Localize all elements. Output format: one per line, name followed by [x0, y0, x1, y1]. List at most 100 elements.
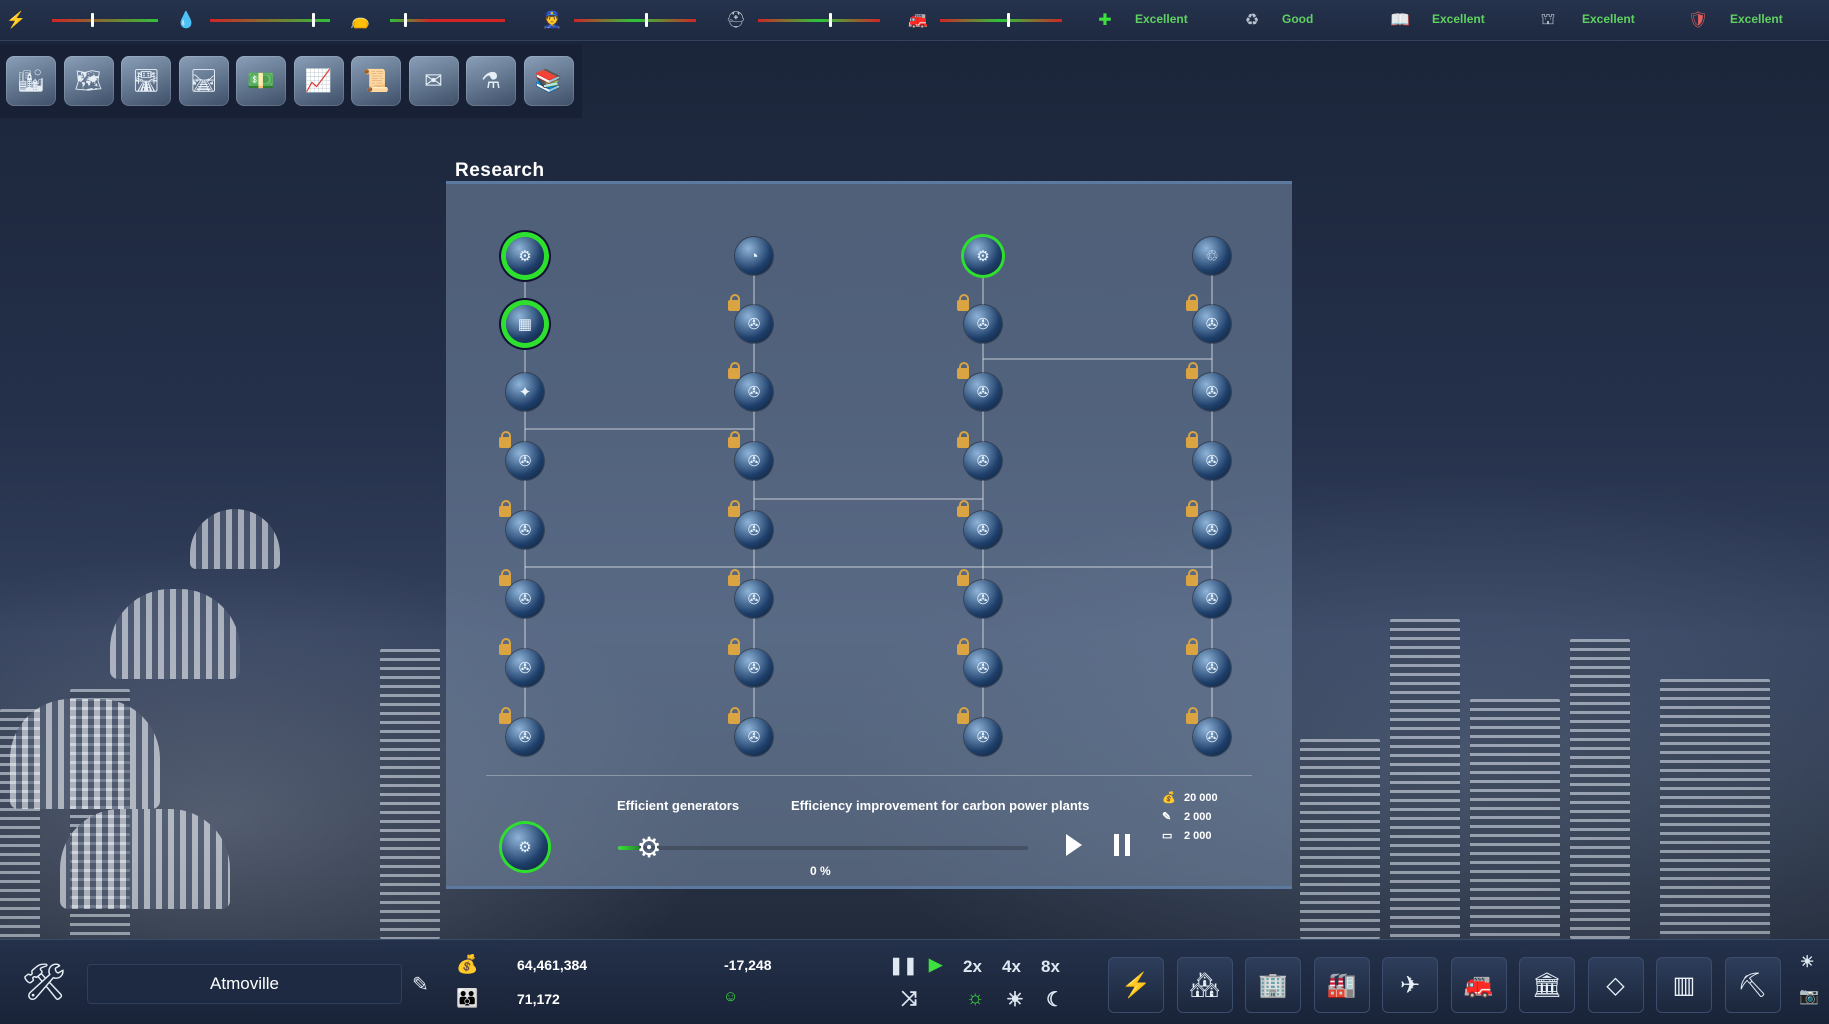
research-node[interactable]: ✇: [964, 718, 1002, 756]
research-node[interactable]: ◔: [735, 237, 773, 275]
research-node[interactable]: ✇: [735, 511, 773, 549]
research-node[interactable]: ♲: [1193, 237, 1231, 275]
map-category-button[interactable]: 🗺: [63, 56, 114, 106]
balance-value: -17,248: [724, 957, 772, 973]
night-moon-icon[interactable]: ☾: [1046, 987, 1064, 1012]
commercial-build-button[interactable]: 🏢: [1245, 957, 1301, 1013]
transport-build-button[interactable]: ✈: [1382, 957, 1438, 1013]
locked-tech-icon: ✇: [976, 453, 990, 470]
lock-icon: [1186, 638, 1198, 655]
research-node[interactable]: ✇: [964, 511, 1002, 549]
zones-build-button[interactable]: ▥: [1656, 957, 1712, 1013]
research-node[interactable]: ✇: [506, 580, 544, 618]
research-node[interactable]: ✇: [1193, 580, 1231, 618]
health-icon: ⛑: [725, 12, 747, 29]
commercial-icon: 🏢: [1258, 971, 1288, 999]
research-node[interactable]: ✇: [735, 442, 773, 480]
materials-icon: ▭: [1162, 830, 1173, 842]
locked-tech-icon: ✇: [1205, 316, 1219, 333]
play-research-button[interactable]: [1066, 834, 1082, 856]
locked-tech-icon: ✇: [518, 522, 532, 539]
library-category-button[interactable]: 📚: [523, 56, 574, 106]
bulldozer-build-button[interactable]: ⛏: [1724, 957, 1781, 1013]
speed-8x-button[interactable]: 8x: [1041, 957, 1060, 977]
research-node[interactable]: ✇: [506, 511, 544, 549]
rail-category-button[interactable]: 🛤: [178, 56, 229, 106]
speed-4x-button[interactable]: 4x: [1002, 957, 1021, 977]
residential-icon: 🏘: [1189, 971, 1220, 999]
research-node[interactable]: ⚙: [506, 237, 544, 275]
research-node[interactable]: ✇: [735, 718, 773, 756]
cost-value: 20 000: [1184, 792, 1218, 804]
research-node[interactable]: ✇: [735, 649, 773, 687]
services-icon: 🚒: [1463, 971, 1494, 999]
weather-icon[interactable]: ☀: [1800, 952, 1814, 972]
efficiency-icon: ✦: [518, 384, 532, 401]
rating-label: Good: [1282, 12, 1314, 26]
slider-track: [390, 19, 505, 22]
research-node[interactable]: ✇: [1193, 649, 1231, 687]
money-value: 64,461,384: [517, 957, 588, 973]
slider-track: [52, 19, 158, 22]
auto-daylight-icon[interactable]: ☼: [966, 987, 984, 1010]
research-category-button[interactable]: ⚗: [466, 56, 516, 106]
roads-category-button[interactable]: 🛣: [121, 56, 171, 106]
day-sun-icon[interactable]: ☀: [1006, 987, 1024, 1012]
panel-divider: [486, 775, 1252, 776]
research-node[interactable]: ✇: [735, 373, 773, 411]
services-build-button[interactable]: 🚒: [1450, 957, 1507, 1013]
research-node[interactable]: ✇: [964, 442, 1002, 480]
lock-icon: [728, 569, 740, 586]
research-progress-percent: 0 %: [810, 864, 831, 878]
research-node[interactable]: ✇: [964, 580, 1002, 618]
map-icon: 🗺: [74, 68, 103, 93]
city-category-button[interactable]: 🏙: [6, 56, 56, 106]
locked-tech-icon: ✇: [747, 522, 761, 539]
tools-menu-button[interactable]: 🛠: [16, 954, 72, 1010]
research-node[interactable]: ✇: [1193, 511, 1231, 549]
research-progress-fill: [618, 846, 639, 850]
research-node[interactable]: ⚙: [964, 237, 1002, 275]
documents-icon: 📜: [362, 68, 390, 93]
finance-category-button[interactable]: 💵: [236, 56, 286, 106]
shuffle-icon[interactable]: ⤨: [901, 988, 917, 1011]
play-game-button[interactable]: ▶: [929, 955, 942, 975]
industrial-build-button[interactable]: 🏭: [1313, 957, 1370, 1013]
documents-category-button[interactable]: 📜: [351, 56, 401, 106]
lock-icon: [499, 431, 511, 448]
camera-icon[interactable]: 📷: [1799, 986, 1819, 1006]
research-node[interactable]: ✇: [506, 649, 544, 687]
research-node[interactable]: ✇: [1193, 305, 1231, 343]
gear-icon[interactable]: ⚙: [637, 833, 667, 863]
research-node[interactable]: ✇: [1193, 442, 1231, 480]
research-node[interactable]: ✇: [964, 305, 1002, 343]
civic-build-button[interactable]: 🏛: [1519, 957, 1575, 1013]
pause-research-button[interactable]: [1114, 834, 1132, 856]
lock-icon: [957, 294, 969, 311]
edit-city-name-icon[interactable]: ✎: [412, 972, 429, 997]
research-node[interactable]: ✇: [735, 305, 773, 343]
energy-building-build-button[interactable]: ⚡: [1108, 957, 1164, 1013]
pause-game-button[interactable]: ❚❚: [889, 956, 918, 976]
landmark-build-button[interactable]: ◇: [1587, 957, 1644, 1013]
residential-build-button[interactable]: 🏘: [1176, 957, 1233, 1013]
speed-2x-button[interactable]: 2x: [963, 957, 982, 977]
research-node[interactable]: ✇: [506, 442, 544, 480]
research-node[interactable]: ✦: [506, 373, 544, 411]
bulldozer-icon: ⛏: [1737, 971, 1768, 999]
research-node[interactable]: ✇: [506, 718, 544, 756]
research-node[interactable]: ✇: [735, 580, 773, 618]
research-node[interactable]: ✇: [964, 649, 1002, 687]
locked-tech-icon: ✇: [1205, 660, 1219, 677]
research-node[interactable]: ▦: [506, 305, 544, 343]
research-node[interactable]: ✇: [1193, 373, 1231, 411]
indicator-slider: [210, 12, 330, 28]
solar-panel-icon: ▦: [517, 316, 533, 333]
research-panel: ⚙ ▦ ✦ ✇ ✇ ✇ ✇ ✇ ◔ ✇ ✇ ✇ ✇ ✇ ✇ ✇ ⚙ ✇ ✇ ✇ ✇ ✇ ✇ ✇ ♲ ✇ ✇ ✇ ✇ ✇ ✇ ✇ ⚙ Effic…: [446, 181, 1292, 889]
research-node[interactable]: ✇: [964, 373, 1002, 411]
mail-category-button[interactable]: ✉: [408, 56, 459, 106]
top-status-bar: ⚡ 💧 👝 👮 ⛑ 🚒 ✚ Excellent ♻ Good 📖 Excellent ⛫ Excellen…: [0, 0, 1829, 41]
statistics-category-button[interactable]: 📈: [293, 56, 344, 106]
research-node[interactable]: ✇: [1193, 718, 1231, 756]
library-icon: 📚: [534, 68, 563, 93]
